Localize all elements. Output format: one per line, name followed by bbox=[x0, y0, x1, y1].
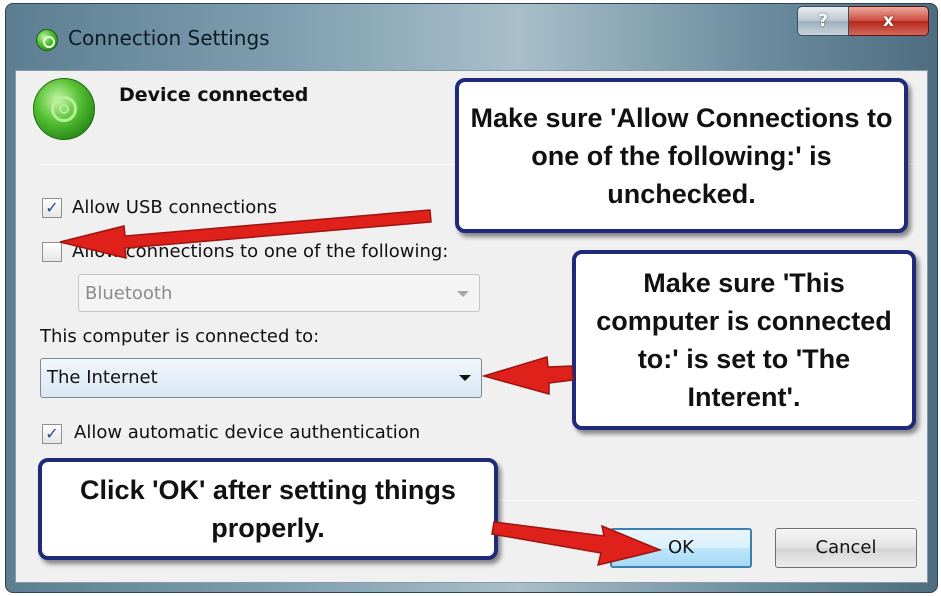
ok-button[interactable]: OK bbox=[610, 528, 752, 568]
auto-auth-label[interactable]: Allow automatic device authentication bbox=[74, 422, 420, 443]
connected-to-value: The Internet bbox=[47, 367, 158, 388]
help-button[interactable]: ? bbox=[797, 6, 849, 36]
allow-connections-callout: Make sure 'Allow Connections to one of t… bbox=[455, 78, 908, 233]
allow-following-label[interactable]: Allow connections to one of the followin… bbox=[72, 241, 448, 262]
chevron-down-icon bbox=[457, 291, 469, 297]
connected-to-select[interactable]: The Internet bbox=[40, 358, 482, 398]
auto-auth-checkbox[interactable]: ✓ bbox=[42, 424, 62, 444]
connection-type-value: Bluetooth bbox=[85, 283, 173, 304]
chevron-down-icon bbox=[459, 375, 471, 381]
device-icon-inner-ring bbox=[59, 104, 69, 114]
cancel-button[interactable]: Cancel bbox=[775, 528, 917, 568]
title-bar[interactable]: Connection Settings ? x bbox=[6, 4, 937, 70]
device-status-heading: Device connected bbox=[119, 84, 309, 106]
allow-connections-callout-text: Make sure 'Allow Connections to one of t… bbox=[470, 102, 893, 209]
close-button[interactable]: x bbox=[849, 6, 929, 36]
allow-following-checkbox[interactable] bbox=[42, 242, 62, 262]
allow-usb-checkbox[interactable]: ✓ bbox=[42, 198, 62, 218]
connected-to-label: This computer is connected to: bbox=[40, 326, 320, 347]
window-title: Connection Settings bbox=[68, 26, 270, 50]
device-connected-icon bbox=[33, 78, 95, 140]
caption-buttons: ? x bbox=[797, 6, 929, 36]
connection-type-select: Bluetooth bbox=[78, 274, 480, 312]
app-icon bbox=[36, 29, 58, 51]
click-ok-callout-text: Click 'OK' after setting things properly… bbox=[80, 475, 456, 543]
connected-to-callout-text: Make sure 'This computer is connected to… bbox=[596, 268, 892, 412]
connected-to-callout: Make sure 'This computer is connected to… bbox=[572, 250, 916, 430]
click-ok-callout: Click 'OK' after setting things properly… bbox=[38, 458, 498, 560]
allow-usb-label[interactable]: Allow USB connections bbox=[72, 197, 277, 218]
